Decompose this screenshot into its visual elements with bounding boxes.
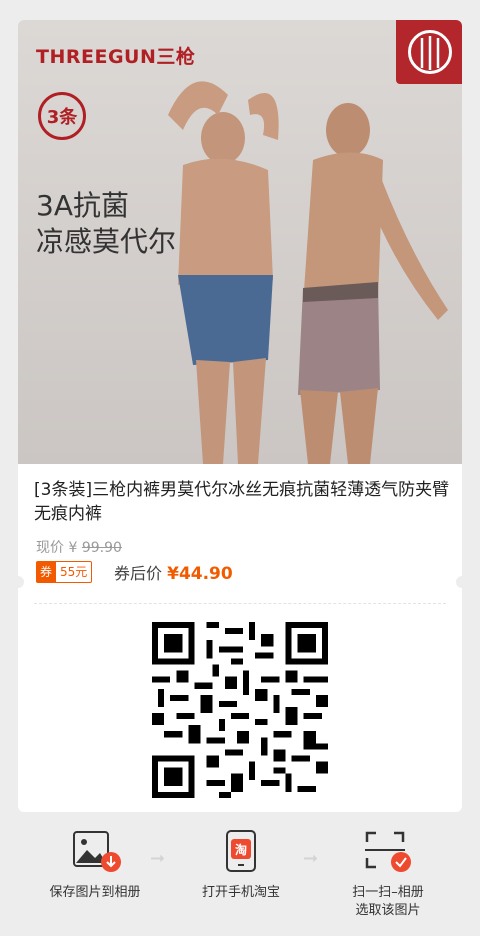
- product-title: [3条装]三枪内裤男莫代尔冰丝无痕抗菌轻薄透气防夹臂无痕内裤: [34, 480, 450, 524]
- image-download-icon: [73, 831, 121, 872]
- coupon-key: 券: [36, 561, 57, 583]
- step-open-taobao[interactable]: 淘 打开手机淘宝: [186, 830, 296, 902]
- coupon-value: 55元: [56, 561, 93, 583]
- ticket-notch-right: [456, 576, 468, 588]
- step-scan-album[interactable]: 扫一扫–相册 选取该图片: [330, 830, 446, 920]
- original-price-value: 99.90: [81, 540, 122, 556]
- step-label: 扫一扫–相册 选取该图片: [352, 885, 424, 918]
- scan-icon: [365, 831, 411, 872]
- arrow-icon: ➞: [303, 848, 319, 869]
- step-save-image[interactable]: 保存图片到相册: [40, 830, 150, 902]
- taobao-phone-icon: 淘: [226, 830, 256, 872]
- product-image: THREEGUN三枪 3条 3A抗菌 凉感莫代尔: [18, 20, 462, 464]
- ticket-notch-left: [12, 576, 24, 588]
- divider: [34, 603, 446, 604]
- models-illustration: [168, 81, 448, 464]
- original-price-label: 现价 ¥: [36, 540, 78, 556]
- original-price: 现价 ¥ 99.90: [36, 537, 122, 557]
- after-coupon-value: ¥44.90: [167, 564, 233, 584]
- qr-code[interactable]: [152, 622, 328, 798]
- arrow-icon: ➞: [150, 848, 166, 869]
- after-coupon-label: 券后价: [114, 564, 163, 583]
- svg-text:淘: 淘: [235, 842, 247, 857]
- step-label: 打开手机淘宝: [201, 885, 280, 900]
- coupon-badge: 券 55元: [36, 561, 93, 583]
- step-label: 保存图片到相册: [49, 885, 141, 900]
- after-coupon-price: 券后价 ¥44.90: [114, 560, 233, 584]
- product-share-card: THREEGUN三枪 3条 3A抗菌 凉感莫代尔 [3条装]三枪内裤男莫代尔冰丝…: [18, 20, 462, 812]
